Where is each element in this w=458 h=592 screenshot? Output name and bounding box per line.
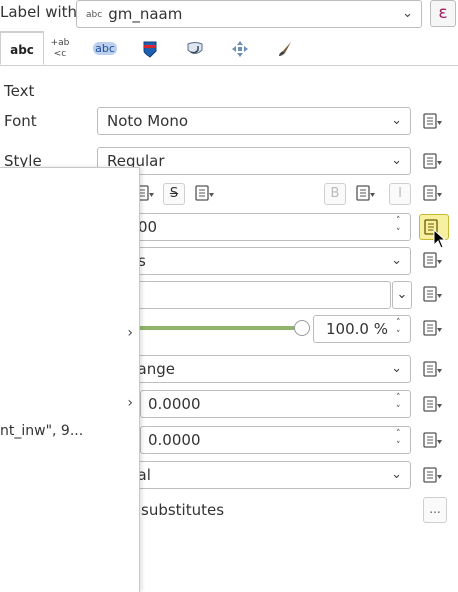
data-defined-override-icon[interactable] [422, 152, 446, 172]
formatting-tab-icon: +ab <c [50, 37, 70, 59]
chevron-down-icon: ⌄ [402, 6, 413, 21]
submenu-arrow-icon[interactable]: › [127, 395, 133, 411]
blend-mode-combo[interactable]: hange ⌄ [97, 355, 411, 383]
italic-button[interactable]: I [389, 183, 411, 205]
mouse-cursor-icon [433, 229, 447, 249]
field-popup-menu[interactable]: › › nt_inw", 9... [0, 167, 140, 592]
data-defined-override-icon[interactable] [355, 184, 379, 204]
spin-arrows-icon[interactable]: ˄ ˅ [396, 214, 406, 240]
text-section-heading: Text [4, 82, 35, 100]
data-defined-override-icon[interactable] [422, 184, 446, 204]
letter-spacing-value: 0.0000 [148, 395, 201, 413]
data-defined-override-icon[interactable] [422, 285, 446, 305]
font-label: Font [4, 112, 37, 130]
data-defined-override-icon[interactable] [422, 112, 446, 132]
chevron-down-icon: ⌄ [391, 361, 402, 376]
placement-tab-icon [232, 40, 248, 57]
substitutes-more-button[interactable]: ... [423, 497, 447, 523]
tab-buffer[interactable]: abc [83, 31, 127, 65]
buffer-tab-icon: abc [93, 42, 117, 55]
opacity-slider-track[interactable] [138, 326, 302, 330]
word-spacing-spinbox[interactable]: 0.0000 ˄ ˅ [140, 426, 411, 454]
data-defined-override-icon[interactable] [422, 251, 446, 271]
substitutes-label: substitutes [141, 501, 225, 519]
tab-background[interactable] [128, 31, 172, 65]
label-settings-tabbar: abc +ab <c abc [0, 31, 458, 66]
spin-arrows-icon[interactable]: ˄ ˅ [396, 391, 406, 417]
label-field-value: gm_naam [108, 5, 183, 23]
unit-combo[interactable]: s ⌄ [97, 247, 411, 275]
rendering-tab-icon [279, 41, 291, 56]
shadow-tab-icon [187, 41, 203, 54]
color-button[interactable] [97, 281, 391, 309]
expression-button[interactable]: ε [430, 0, 456, 27]
background-tab-icon [143, 41, 157, 58]
data-defined-override-icon[interactable] [422, 360, 446, 380]
font-combo[interactable]: Noto Mono ⌄ [97, 107, 411, 135]
tab-formatting[interactable]: +ab <c [38, 31, 82, 65]
opacity-spinbox[interactable]: 100.0 % ˄ ˅ [313, 315, 411, 343]
data-defined-override-icon[interactable] [194, 184, 218, 204]
size-spinbox[interactable]: 00 ˄ ˅ [97, 213, 411, 241]
data-defined-override-icon[interactable] [422, 466, 446, 486]
label-field-combo[interactable]: abc gm_naam ⌄ [76, 0, 422, 28]
popup-item-expression[interactable]: nt_inw", 9... [0, 423, 83, 439]
italic-glyph: I [398, 186, 402, 201]
size-value: 00 [138, 218, 158, 236]
chevron-down-icon: ⌄ [391, 467, 402, 482]
opacity-value: 100.0 % [326, 320, 388, 338]
font-value: Noto Mono [107, 112, 189, 130]
label-with-label: Label with [0, 3, 78, 21]
data-defined-override-icon[interactable] [422, 395, 446, 415]
chevron-down-icon: ⌄ [391, 113, 402, 128]
chevron-down-icon: ⌄ [391, 153, 402, 168]
case-combo[interactable]: nal ⌄ [97, 461, 411, 489]
bold-button[interactable]: B [324, 183, 346, 205]
string-field-icon: abc [86, 10, 103, 20]
spin-arrows-icon[interactable]: ˄ ˅ [396, 427, 406, 453]
tab-shadow[interactable] [173, 31, 217, 65]
style-combo[interactable]: Regular ⌄ [97, 147, 411, 175]
word-spacing-value: 0.0000 [148, 431, 201, 449]
data-defined-override-icon[interactable] [422, 319, 446, 339]
letter-spacing-spinbox[interactable]: 0.0000 ˄ ˅ [140, 390, 411, 418]
tab-placement[interactable] [218, 31, 262, 65]
text-tab-icon: abc [10, 43, 34, 57]
data-defined-override-icon[interactable] [422, 431, 446, 451]
opacity-slider-handle[interactable] [294, 320, 310, 336]
submenu-arrow-icon[interactable]: › [127, 325, 133, 341]
spin-arrows-icon[interactable]: ˄ ˅ [396, 316, 406, 342]
bold-glyph: B [330, 186, 340, 201]
strikeout-glyph: S [169, 186, 179, 201]
strikeout-button[interactable]: S [163, 183, 185, 205]
chevron-down-icon: ⌄ [391, 253, 402, 268]
color-menu-chevron[interactable]: ⌄ [392, 281, 412, 309]
tab-rendering[interactable] [263, 31, 307, 65]
